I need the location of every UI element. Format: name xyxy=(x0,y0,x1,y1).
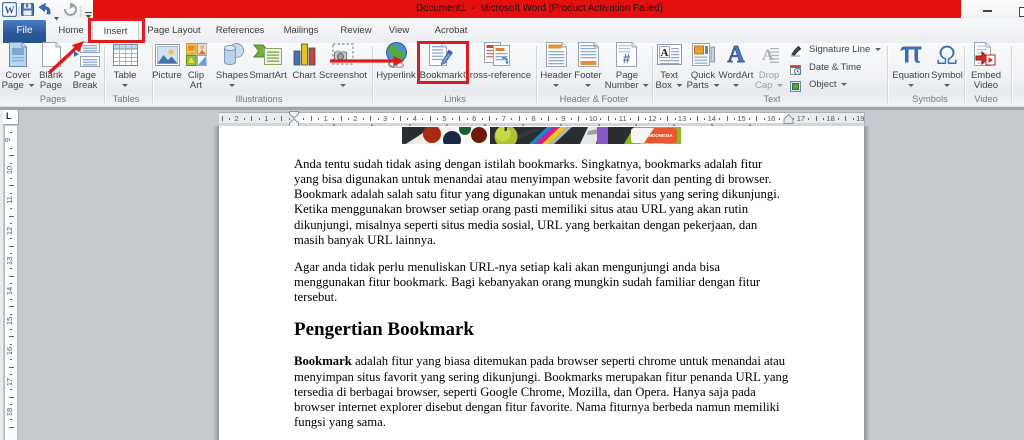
svg-text:INDONESIA: INDONESIA xyxy=(647,133,673,138)
